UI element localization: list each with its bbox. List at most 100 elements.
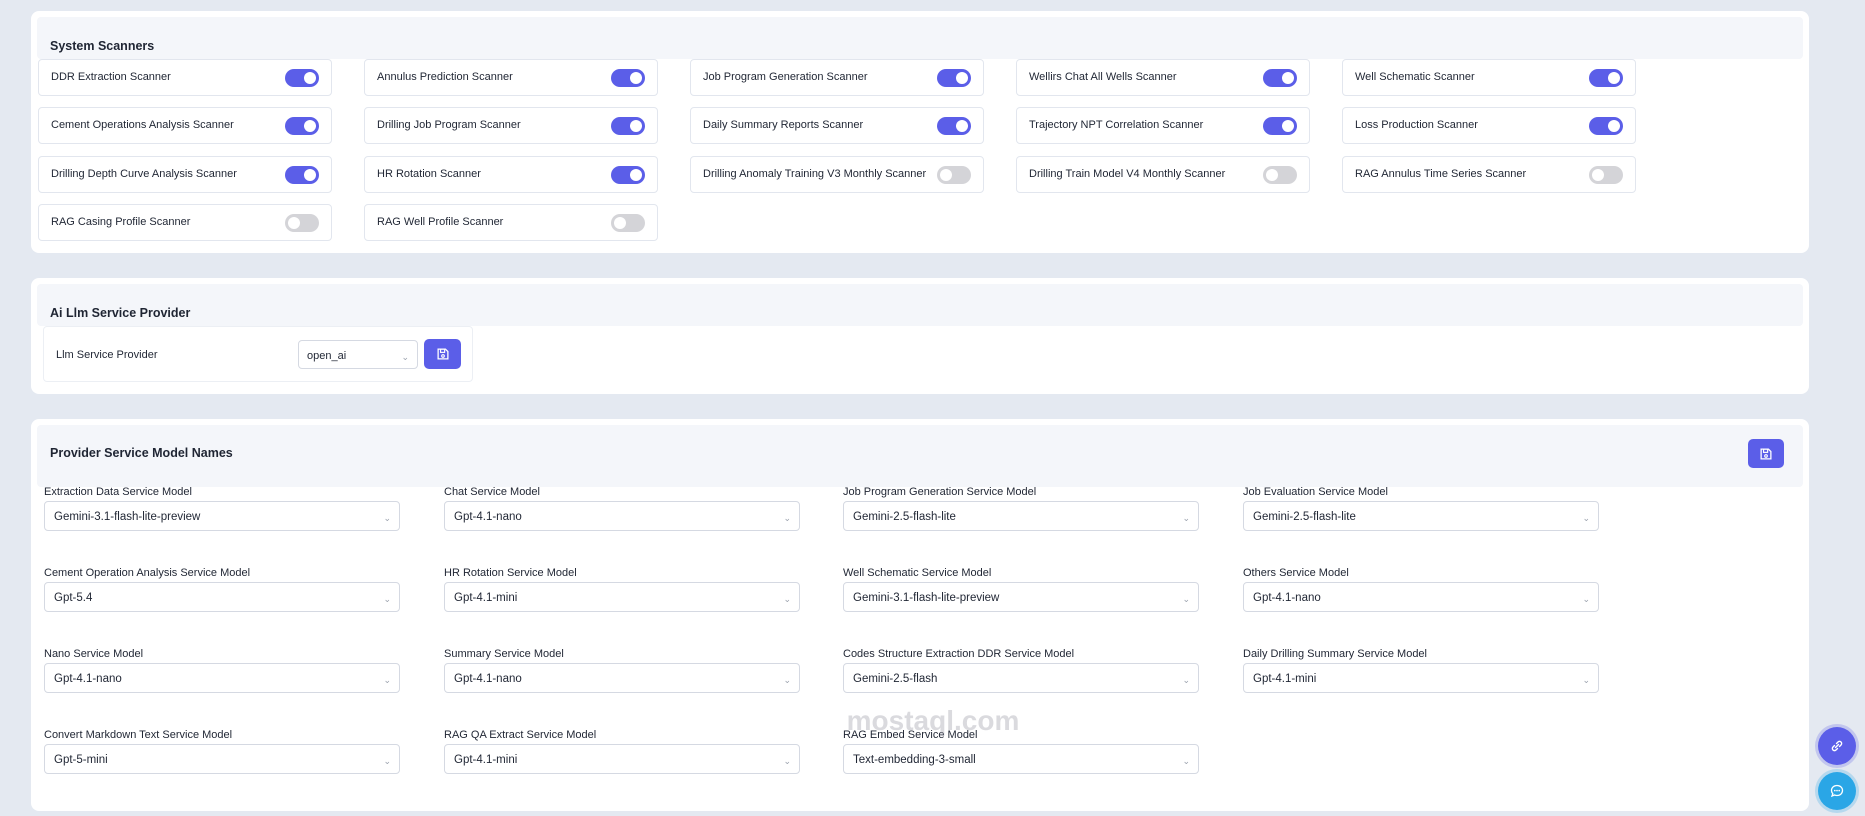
scanner-label: Drilling Job Program Scanner (377, 119, 521, 131)
panel-title: Ai Llm Service Provider (50, 306, 191, 320)
chevron-down-icon: ⌄ (783, 513, 791, 523)
model-select[interactable]: Gpt-5-mini ⌄ (44, 744, 400, 774)
scanner-toggle[interactable] (611, 69, 645, 87)
scanner-card: Trajectory NPT Correlation Scanner (1016, 107, 1310, 144)
scanner-card: Drilling Train Model V4 Monthly Scanner (1016, 156, 1310, 193)
model-select-value: Gpt-5-mini (54, 754, 108, 766)
model-field-label: Job Program Generation Service Model (843, 486, 1037, 498)
chevron-down-icon: ⌄ (383, 594, 391, 604)
model-field-label: Others Service Model (1243, 567, 1349, 579)
scanner-label: Loss Production Scanner (1355, 119, 1478, 131)
model-field-label: Daily Drilling Summary Service Model (1243, 648, 1427, 660)
scanner-toggle[interactable] (285, 214, 319, 232)
chevron-down-icon: ⌄ (383, 756, 391, 766)
model-names-panel: Provider Service Model Names Extraction … (31, 419, 1809, 811)
model-select[interactable]: Gemini-2.5-flash-lite ⌄ (843, 501, 1199, 531)
panel-header (37, 17, 1803, 59)
toggle-knob (614, 217, 626, 229)
model-select[interactable]: Gpt-4.1-nano ⌄ (1243, 582, 1599, 612)
scanner-toggle[interactable] (1263, 117, 1297, 135)
model-select[interactable]: Gemini-2.5-flash-lite ⌄ (1243, 501, 1599, 531)
chevron-down-icon: ⌄ (1582, 594, 1590, 604)
model-select[interactable]: Gpt-4.1-mini ⌄ (444, 582, 800, 612)
chevron-down-icon: ⌄ (1582, 513, 1590, 523)
scanner-toggle[interactable] (1263, 69, 1297, 87)
scanner-toggle[interactable] (937, 69, 971, 87)
model-select-value: Gpt-4.1-nano (454, 673, 522, 685)
save-icon (436, 348, 449, 360)
provider-select[interactable]: open_ai ⌄ (298, 340, 418, 369)
model-select-value: Gemini-2.5-flash-lite (853, 511, 956, 523)
model-select-value: Gpt-4.1-nano (1253, 592, 1321, 604)
model-select[interactable]: Gpt-5.4 ⌄ (44, 582, 400, 612)
scanner-toggle[interactable] (1263, 166, 1297, 184)
llm-provider-panel: Ai Llm Service Provider Llm Service Prov… (31, 278, 1809, 394)
scanner-toggle[interactable] (1589, 69, 1623, 87)
scanner-toggle[interactable] (937, 117, 971, 135)
provider-label: Llm Service Provider (56, 349, 158, 361)
model-field-label: Job Evaluation Service Model (1243, 486, 1388, 498)
model-select[interactable]: Text-embedding-3-small ⌄ (843, 744, 1199, 774)
scanner-label: Annulus Prediction Scanner (377, 71, 513, 83)
scanner-toggle[interactable] (285, 166, 319, 184)
model-select[interactable]: Gpt-4.1-nano ⌄ (444, 501, 800, 531)
model-select[interactable]: Gemini-3.1-flash-lite-preview ⌄ (843, 582, 1199, 612)
toggle-knob (630, 72, 642, 84)
scanner-card: DDR Extraction Scanner (38, 59, 332, 96)
scanner-toggle[interactable] (611, 166, 645, 184)
scanner-card: RAG Well Profile Scanner (364, 204, 658, 241)
toggle-knob (1608, 120, 1620, 132)
toggle-knob (304, 169, 316, 181)
scanner-toggle[interactable] (1589, 166, 1623, 184)
chevron-down-icon: ⌄ (783, 756, 791, 766)
scanner-toggle[interactable] (285, 69, 319, 87)
toggle-knob (1608, 72, 1620, 84)
toggle-knob (940, 169, 952, 181)
scanner-label: Wellirs Chat All Wells Scanner (1029, 71, 1177, 83)
models-save-button[interactable] (1748, 439, 1784, 468)
chevron-down-icon: ⌄ (1182, 675, 1190, 685)
model-select[interactable]: Gpt-4.1-mini ⌄ (1243, 663, 1599, 693)
chevron-down-icon: ⌄ (783, 594, 791, 604)
model-field-label: Summary Service Model (444, 648, 564, 660)
watermark-text: mostaql.com (846, 705, 1020, 736)
scanner-card: RAG Casing Profile Scanner (38, 204, 332, 241)
panel-title: Provider Service Model Names (50, 446, 233, 460)
model-select[interactable]: Gemini-3.1-flash-lite-preview ⌄ (44, 501, 400, 531)
scanner-card: Well Schematic Scanner (1342, 59, 1636, 96)
chevron-down-icon: ⌄ (783, 675, 791, 685)
panel-header (37, 284, 1803, 326)
scanner-card: HR Rotation Scanner (364, 156, 658, 193)
scanner-card: Drilling Job Program Scanner (364, 107, 658, 144)
model-select-value: Gpt-5.4 (54, 592, 93, 604)
model-select[interactable]: Gpt-4.1-nano ⌄ (44, 663, 400, 693)
scanner-toggle[interactable] (611, 214, 645, 232)
link-icon (1831, 740, 1843, 752)
scanner-card: Drilling Anomaly Training V3 Monthly Sca… (690, 156, 984, 193)
chat-fab-button[interactable] (1818, 772, 1856, 810)
toggle-knob (1282, 72, 1294, 84)
chevron-down-icon: ⌄ (1182, 756, 1190, 766)
link-fab-button[interactable] (1818, 727, 1856, 765)
model-select-value: Gemini-2.5-flash-lite (1253, 511, 1356, 523)
scanner-toggle[interactable] (285, 117, 319, 135)
scanner-label: Well Schematic Scanner (1355, 71, 1475, 83)
scanner-label: Daily Summary Reports Scanner (703, 119, 864, 131)
chevron-down-icon: ⌄ (1182, 513, 1190, 523)
scanner-card: RAG Annulus Time Series Scanner (1342, 156, 1636, 193)
model-field-label: Chat Service Model (444, 486, 540, 498)
provider-save-button[interactable] (424, 339, 461, 369)
scanner-toggle[interactable] (937, 166, 971, 184)
toggle-knob (1592, 169, 1604, 181)
scanner-card: Drilling Depth Curve Analysis Scanner (38, 156, 332, 193)
scanner-card: Annulus Prediction Scanner (364, 59, 658, 96)
model-select[interactable]: Gpt-4.1-mini ⌄ (444, 744, 800, 774)
model-field-label: Convert Markdown Text Service Model (44, 729, 233, 741)
model-select[interactable]: Gemini-2.5-flash ⌄ (843, 663, 1199, 693)
scanner-toggle[interactable] (1589, 117, 1623, 135)
scanner-card: Loss Production Scanner (1342, 107, 1636, 144)
toggle-knob (956, 120, 968, 132)
scanner-toggle[interactable] (611, 117, 645, 135)
model-select[interactable]: Gpt-4.1-nano ⌄ (444, 663, 800, 693)
chevron-down-icon: ⌄ (383, 513, 391, 523)
